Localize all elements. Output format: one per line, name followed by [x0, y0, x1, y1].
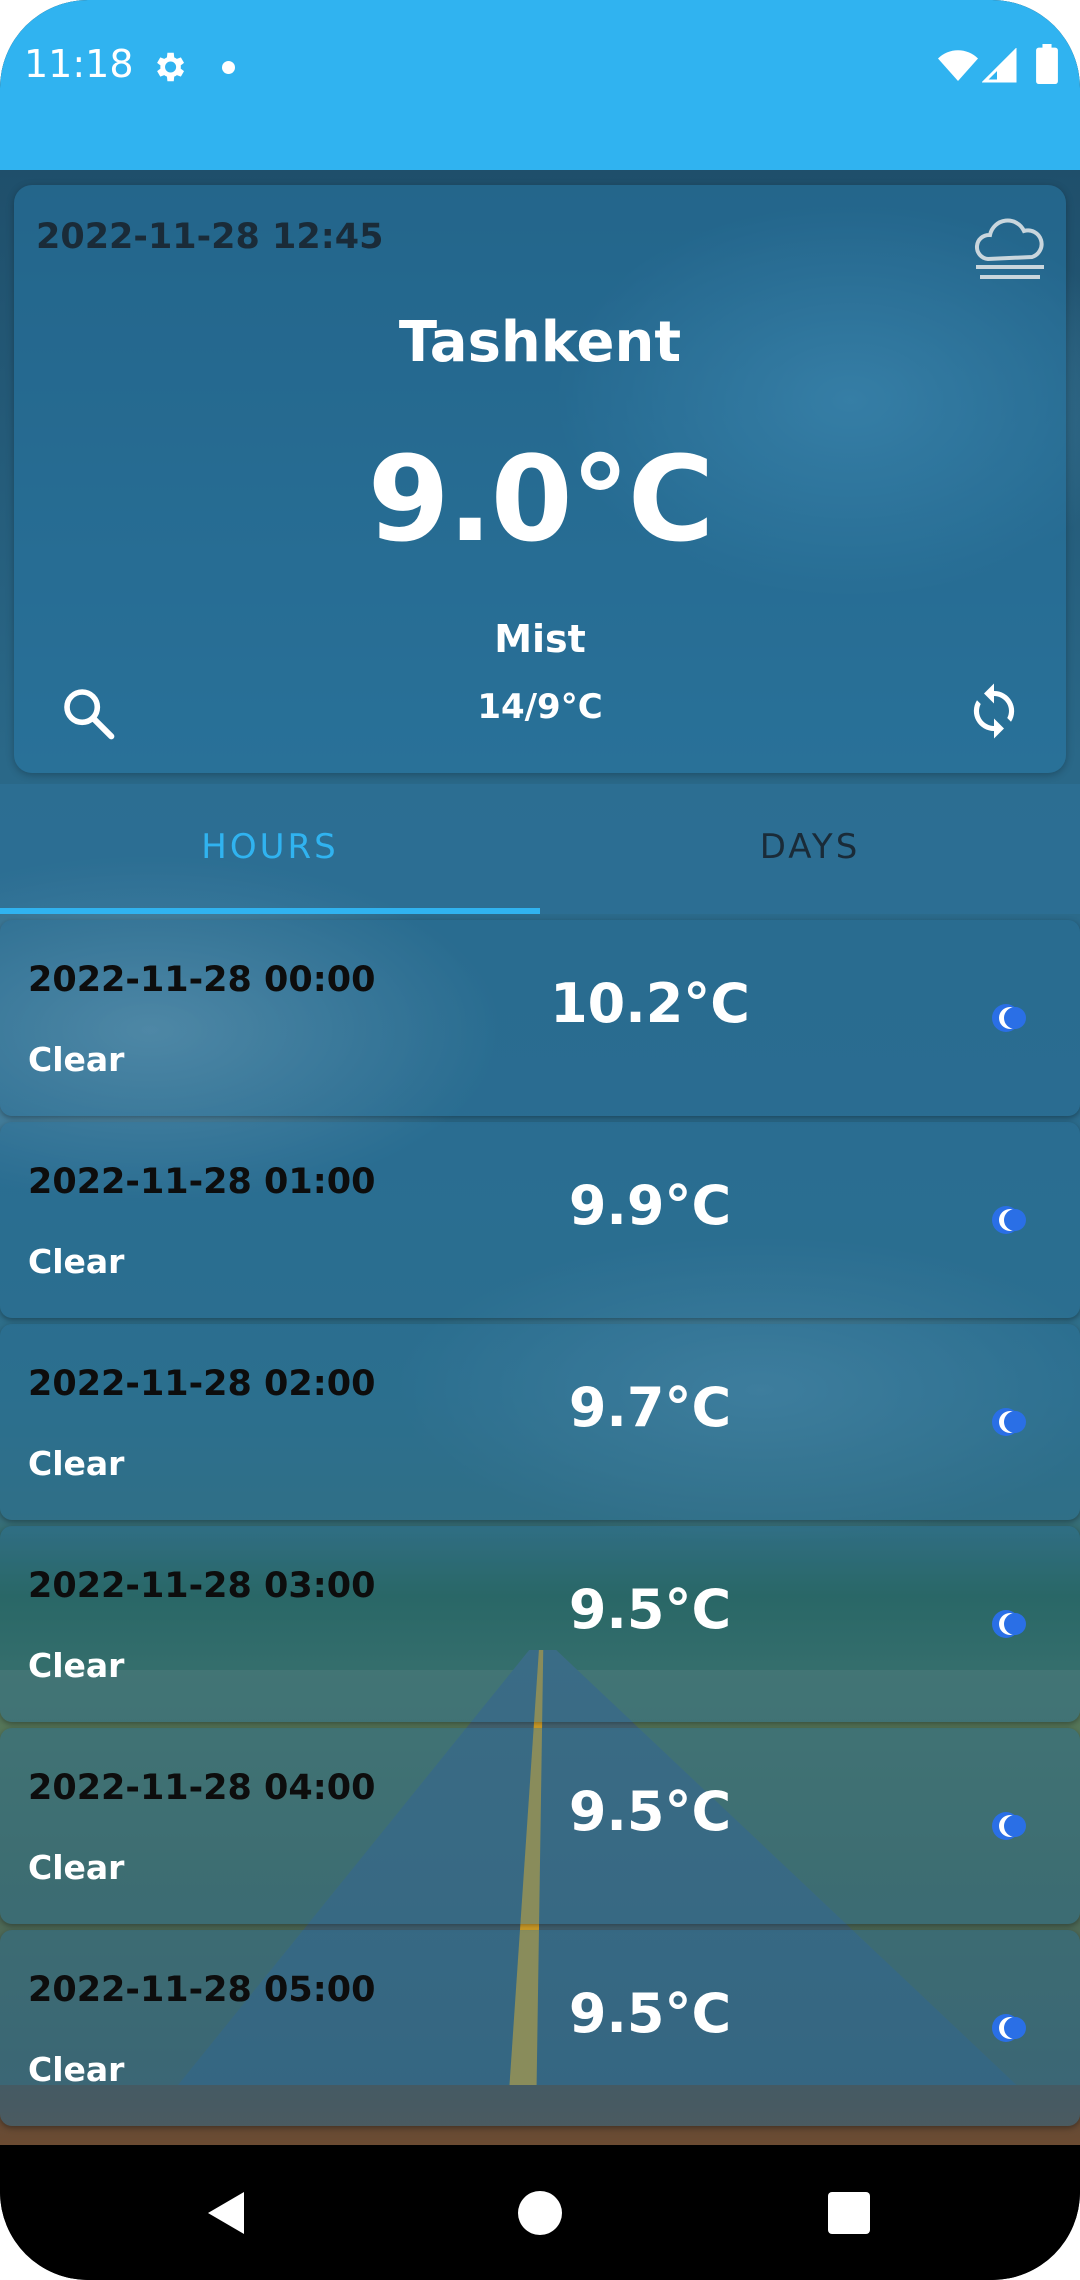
- cloud-fog-icon: [975, 218, 1044, 279]
- battery-icon: [1036, 44, 1058, 84]
- hour-condition: Clear: [28, 2050, 125, 2089]
- hour-condition: Clear: [28, 1646, 125, 1685]
- hour-temperature: 9.5°C: [568, 1578, 732, 1641]
- hour-time: 2022-11-28 00:00: [28, 960, 376, 1000]
- signal-icon: [982, 48, 1017, 83]
- list-item[interactable]: 2022-11-28 03:00 Clear 9.5°C: [0, 1526, 1080, 1722]
- refresh-icon[interactable]: [964, 681, 1024, 741]
- hour-time: 2022-11-28 01:00: [28, 1162, 376, 1202]
- hour-time: 2022-11-28 04:00: [28, 1768, 376, 1808]
- list-item[interactable]: 2022-11-28 02:00 Clear 9.7°C: [0, 1324, 1080, 1520]
- list-item[interactable]: 2022-11-28 00:00 Clear 10.2°C: [0, 920, 1080, 1116]
- tab-hours[interactable]: HOURS: [0, 784, 540, 910]
- recents-icon[interactable]: [828, 2192, 870, 2234]
- moon-icon: [992, 1004, 1026, 1032]
- list-item[interactable]: 2022-11-28 01:00 Clear 9.9°C: [0, 1122, 1080, 1318]
- hour-temperature: 9.7°C: [568, 1376, 732, 1439]
- list-item[interactable]: 2022-11-28 05:00 Clear 9.5°C: [0, 1930, 1080, 2126]
- hour-time: 2022-11-28 02:00: [28, 1364, 376, 1404]
- current-weather-card: 2022-11-28 12:45 Tashkent 9.0°C Mist 14/…: [14, 185, 1066, 773]
- phone-screen: 11:18 2022-11-28 12:45 Tashkent 9.0°C Mi…: [0, 0, 1080, 2280]
- moon-icon: [992, 1610, 1026, 1638]
- search-icon[interactable]: [60, 685, 116, 741]
- hour-condition: Clear: [28, 1242, 125, 1281]
- moon-icon: [992, 1812, 1026, 1840]
- navigation-bar: [0, 2146, 1080, 2280]
- current-datetime: 2022-11-28 12:45: [36, 217, 384, 257]
- hour-temperature: 9.5°C: [568, 1982, 732, 2045]
- hour-temperature: 9.9°C: [568, 1174, 732, 1237]
- tab-bar: HOURS DAYS: [0, 784, 1080, 914]
- hour-time: 2022-11-28 05:00: [28, 1970, 376, 2010]
- wifi-icon: [938, 50, 978, 81]
- current-temperature: 9.0°C: [367, 430, 715, 568]
- moon-icon: [992, 1408, 1026, 1436]
- hour-temperature: 9.5°C: [568, 1780, 732, 1843]
- moon-icon: [992, 2014, 1026, 2042]
- tab-days[interactable]: DAYS: [540, 784, 1080, 910]
- hour-condition: Clear: [28, 1444, 125, 1483]
- tab-indicator: [0, 908, 540, 914]
- hour-condition: Clear: [28, 1848, 125, 1887]
- hour-condition: Clear: [28, 1040, 125, 1079]
- dot-icon: [222, 61, 235, 74]
- back-icon[interactable]: [204, 2188, 248, 2238]
- status-bar: 11:18: [0, 0, 1080, 170]
- current-condition: Mist: [494, 617, 586, 661]
- temperature-range: 14/9°C: [477, 687, 603, 727]
- moon-icon: [992, 1206, 1026, 1234]
- city-name: Tashkent: [398, 310, 682, 375]
- gear-icon: [157, 52, 185, 82]
- hour-temperature: 10.2°C: [550, 972, 750, 1035]
- home-icon[interactable]: [518, 2191, 562, 2235]
- status-time: 11:18: [24, 42, 134, 86]
- hour-time: 2022-11-28 03:00: [28, 1566, 376, 1606]
- list-item[interactable]: 2022-11-28 04:00 Clear 9.5°C: [0, 1728, 1080, 1924]
